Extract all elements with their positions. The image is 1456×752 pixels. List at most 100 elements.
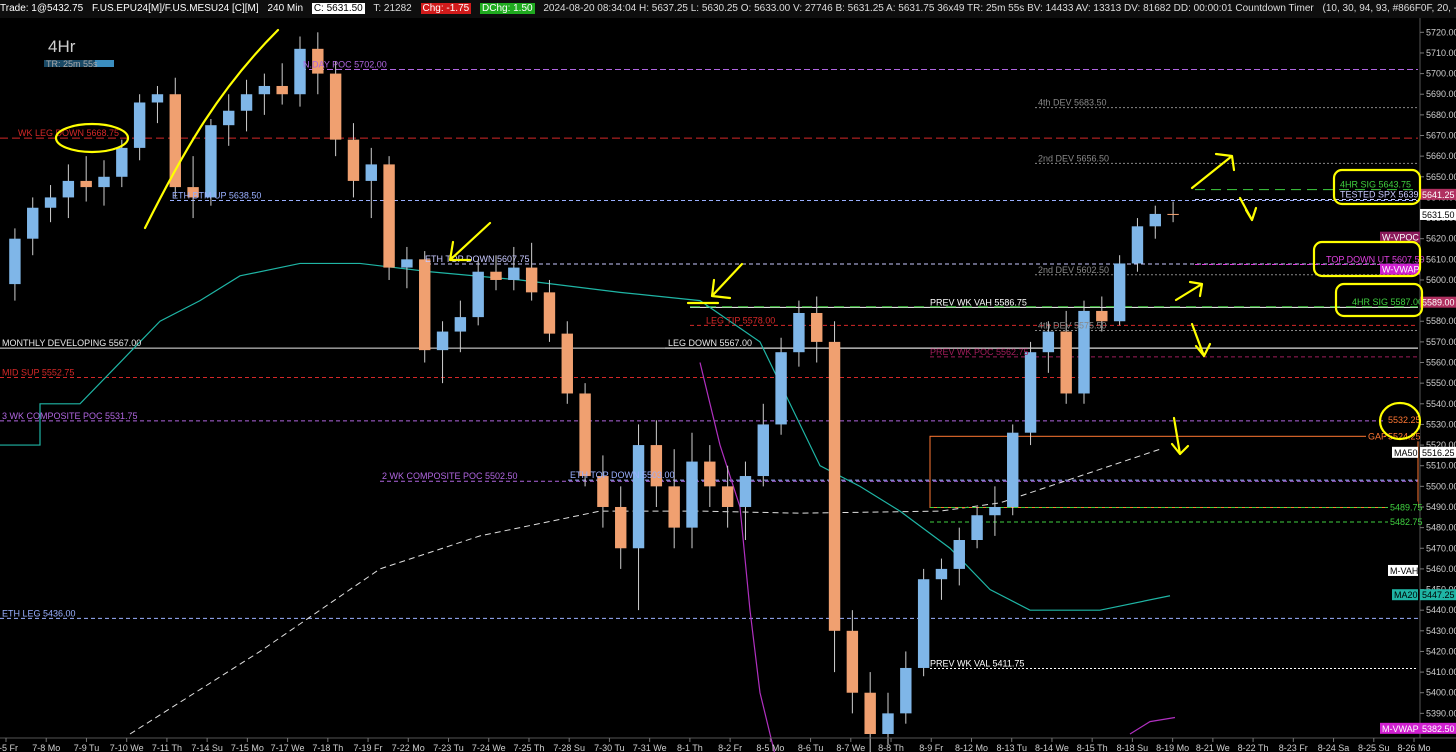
level-label: TOP DOWN UT 5607.50: [1326, 254, 1425, 264]
interval-text[interactable]: 240 Min: [267, 3, 303, 14]
candle-body: [1131, 226, 1144, 264]
time-tick-label: 8-8 Th: [878, 743, 904, 752]
bar-info-text: 2024-08-20 08:34:04 H: 5637.25 L: 5630.2…: [543, 3, 1314, 14]
candle-body: [597, 476, 609, 507]
symbol-text[interactable]: F.US.EPU24[M]/F.US.MESU24 [C][M]: [92, 3, 259, 14]
candle-body: [953, 540, 965, 569]
timer-label: TR: 25m 55s: [46, 59, 98, 69]
time-tick-label: 8-13 Tu: [996, 743, 1027, 752]
level-label: ETH BTM UP 5638.50: [172, 191, 261, 201]
candle-body: [347, 139, 360, 181]
price-tag-label: 5532.25: [1388, 415, 1421, 425]
price-tag-label: 5631.50: [1422, 210, 1455, 220]
time-tick-label: 7-5 Fr: [0, 743, 18, 752]
candle-body: [276, 85, 288, 95]
level-label: 4HR SIG 5643.75: [1340, 180, 1411, 190]
price-tick-label: 5490.00: [1426, 502, 1456, 512]
timer-progress: [95, 60, 114, 67]
price-tag-label: 5489.75: [1390, 503, 1423, 513]
price-tick-label: 5420.00: [1426, 646, 1456, 656]
time-tick-label: 8-25 Su: [1358, 743, 1390, 752]
time-tick-label: 7-10 We: [110, 743, 144, 752]
level-label: 2 WK COMPOSITE POC 5502.50: [382, 471, 518, 481]
last-trade-text: Trade: 1@5432.75: [0, 3, 84, 14]
candle-body: [704, 461, 716, 487]
price-tick-label: 5600.00: [1426, 275, 1456, 285]
time-tick-label: 8-19 Mo: [1156, 743, 1189, 752]
price-tick-label: 5560.00: [1426, 358, 1456, 368]
time-tick-label: 8-22 Th: [1238, 743, 1269, 752]
candle-body: [1042, 331, 1055, 353]
price-tick-label: 5510.00: [1426, 461, 1456, 471]
candle-body: [80, 180, 92, 188]
time-tick-label: 7-24 We: [472, 743, 506, 752]
level-label: 4HR SIG 5587.00: [1352, 297, 1423, 307]
price-tick-label: 5390.00: [1426, 708, 1456, 718]
price-tick-label: 5690.00: [1426, 89, 1456, 99]
level-label: MID SUP 5552.75: [2, 367, 74, 377]
candle-body: [27, 207, 39, 239]
candle-body: [508, 267, 520, 280]
price-tag-label: 5382.50: [1422, 724, 1455, 734]
level-label: ETH LEG 5436.00: [2, 608, 76, 618]
level-label: PREV WK POC 5562.75: [930, 347, 1029, 357]
candle-body: [846, 630, 859, 693]
change-badge: Chg: -1.75: [420, 3, 472, 14]
time-tick-label: 7-18 Th: [312, 743, 343, 752]
time-tick-label: 8-12 Mo: [955, 743, 988, 752]
time-tick-label: 7-30 Tu: [594, 743, 625, 752]
candle-body: [793, 312, 805, 353]
chart-status-bar: Trade: 1@5432.75 F.US.EPU24[M]/F.US.MESU…: [0, 0, 1456, 19]
price-tag-label: 5641.25: [1422, 190, 1455, 200]
level-label: TESTED SPX 5639.00: [1340, 189, 1431, 199]
candle-body: [116, 147, 128, 177]
candle-body: [1167, 213, 1179, 215]
candle-body: [294, 48, 306, 95]
price-tag-label: MA20: [1394, 590, 1418, 600]
price-tag-label: 5589.00: [1422, 298, 1455, 308]
candle-body: [864, 692, 876, 734]
time-tick-label: 7-15 Mo: [231, 743, 264, 752]
level-label: 4th DEV 5683.50: [1038, 98, 1107, 108]
time-tick-label: 8-21 We: [1196, 743, 1230, 752]
time-tick-label: 7-31 We: [633, 743, 667, 752]
price-tick-label: 5470.00: [1426, 543, 1456, 553]
price-tick-label: 5540.00: [1426, 399, 1456, 409]
level-label: PREV WK VAL 5411.75: [930, 658, 1024, 668]
price-tick-label: 5620.00: [1426, 234, 1456, 244]
chart-background: [0, 18, 1456, 752]
price-tick-label: 5700.00: [1426, 69, 1456, 79]
candle-body: [828, 341, 841, 631]
candle-body: [9, 238, 21, 285]
price-tick-label: 5610.00: [1426, 254, 1456, 264]
price-tick-label: 5710.00: [1426, 48, 1456, 58]
level-label: MONTHLY DEVELOPING 5567.00: [2, 338, 141, 348]
price-tick-label: 5440.00: [1426, 605, 1456, 615]
time-tick-label: 7-11 Th: [152, 743, 182, 752]
price-tick-label: 5580.00: [1426, 316, 1456, 326]
level-label: N.DAY POC 5702.00: [303, 59, 387, 69]
time-tick-label: 7-23 Tu: [433, 743, 464, 752]
time-tick-label: 7-19 Fr: [354, 743, 383, 752]
candle-body: [1149, 213, 1161, 227]
time-tick-label: 8-6 Tu: [798, 743, 824, 752]
price-tick-label: 5430.00: [1426, 626, 1456, 636]
candle-body: [454, 317, 467, 332]
candle-body: [472, 271, 484, 318]
time-tick-label: 7-25 Th: [514, 743, 545, 752]
candle-body: [989, 506, 1001, 516]
trade-count-text: T: 21282: [373, 3, 412, 14]
candle-body: [436, 331, 449, 351]
candle-body: [151, 94, 164, 103]
price-chart[interactable]: 4Hr TR: 25m 55s N.DAY POC 5702.00 4th DEV…: [0, 18, 1456, 752]
candle-body: [223, 110, 235, 126]
price-tick-label: 5720.00: [1426, 27, 1456, 37]
time-tick-label: 8-7 We: [836, 743, 865, 752]
time-tick-label: 7-9 Tu: [74, 743, 100, 752]
candle-body: [543, 292, 556, 334]
candle-body: [721, 486, 734, 507]
price-tag-label: 5516.25: [1422, 448, 1455, 458]
candle-body: [686, 461, 698, 528]
time-tick-label: 7-14 Su: [191, 743, 223, 752]
candle-body: [1024, 352, 1037, 433]
